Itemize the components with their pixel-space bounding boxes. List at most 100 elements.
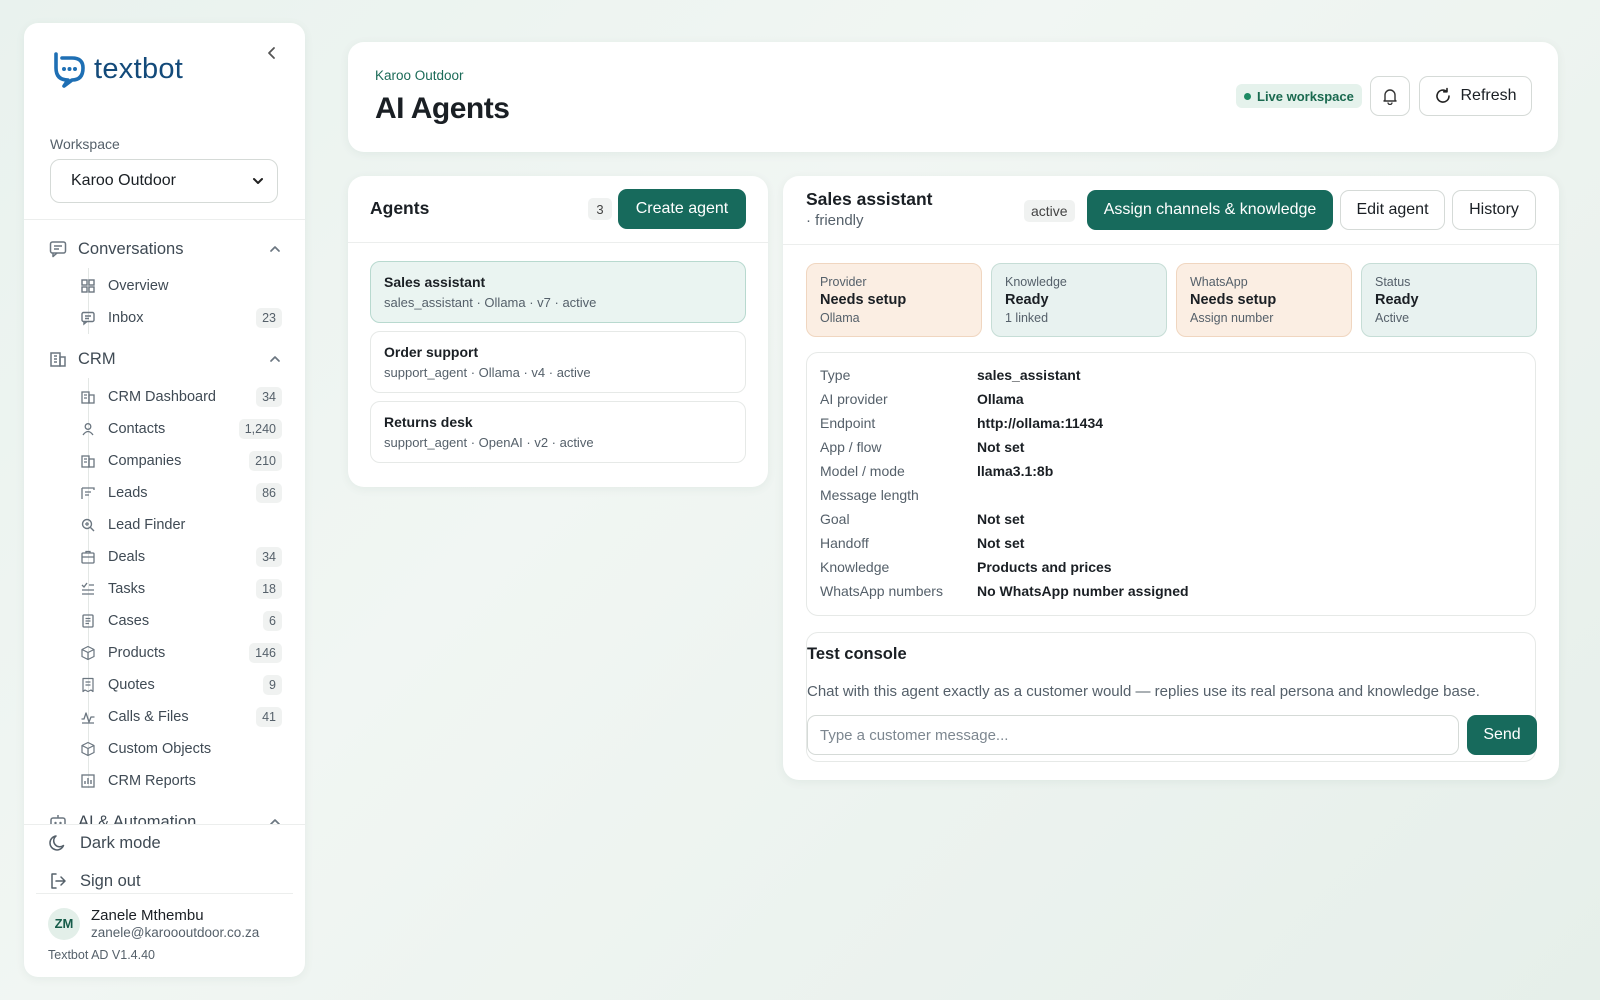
sidebar-item-leads[interactable]: Leads 86 [80,479,282,507]
app-version: Textbot AD V1.4.40 [48,948,156,962]
user-profile[interactable]: ZM Zanele Mthembu zanele@karoooutdoor.co… [48,907,259,940]
send-button[interactable]: Send [1467,715,1537,755]
sidebar-item-deals[interactable]: Deals 34 [80,543,282,571]
agent-name: Sales assistant [384,274,486,290]
nav-group-label: CRM [78,349,116,368]
nav-group-label: Conversations [78,239,184,258]
sidebar-item-overview[interactable]: Overview [80,272,282,300]
nav-group-crm[interactable]: CRM [48,345,282,373]
count-badge: 9 [263,675,282,695]
property-key: Endpoint [820,415,876,431]
property-row: Handoff Not set [820,532,1520,554]
sidebar-item-calls-files[interactable]: Calls & Files 41 [80,703,282,731]
agent-detail-panel: Sales assistant · friendly active Assign… [783,176,1559,780]
user-email: zanele@karoooutdoor.co.za [91,925,260,940]
property-row: Goal Not set [820,508,1520,530]
status-dot-icon [1244,92,1251,100]
count-badge: 23 [256,308,282,328]
sidebar-item-label: Lead Finder [108,517,186,533]
sidebar-item-label: Companies [108,453,182,469]
chevron-up-icon [270,246,280,252]
notifications-button[interactable] [1370,76,1410,116]
sidebar-item-companies[interactable]: Companies 210 [80,447,282,475]
agent-list-item[interactable]: Sales assistant sales_assistant · Ollama… [370,261,746,323]
sidebar-item-lead-finder[interactable]: Lead Finder [80,511,282,539]
property-value: http://ollama:11434 [977,415,1104,431]
property-key: App / flow [820,439,882,455]
create-agent-button[interactable]: Create agent [618,189,746,229]
sidebar-nav[interactable]: Conversations Overview Inbox 23 CRM CRM … [24,220,305,824]
dark-mode-toggle[interactable]: Dark mode [48,829,161,857]
textbot-logo[interactable]: textbot [50,50,183,88]
moon-icon [49,835,65,851]
card-divider [783,244,1559,245]
briefcase-icon [81,550,95,564]
sidebar: textbot Workspace Karoo Outdoor Conversa… [24,23,305,977]
chevron-left-icon [268,47,275,59]
count-badge: 34 [256,547,282,567]
sidebar-item-crm-reports[interactable]: CRM Reports [80,767,282,795]
sidebar-item-label: Products [108,645,166,661]
agent-meta: support_agent · OpenAI · v2 · active [384,435,594,450]
count-badge: 6 [263,611,282,631]
live-workspace-label: Live workspace [1257,88,1354,104]
agent-properties: Type sales_assistant AI provider Ollama … [806,352,1536,616]
sidebar-item-label: Custom Objects [108,741,212,757]
workspace-select[interactable]: Karoo Outdoor [50,159,278,203]
bar-chart-icon [81,774,95,788]
sidebar-item-tasks[interactable]: Tasks 18 [80,575,282,603]
test-console: Test console Chat with this agent exactl… [806,632,1537,762]
property-row: Type sales_assistant [820,364,1520,386]
property-key: AI provider [820,391,888,407]
sidebar-item-contacts[interactable]: Contacts 1,240 [80,415,282,443]
building-icon [81,455,95,468]
bell-icon [1383,89,1397,105]
refresh-label: Refresh [1460,87,1517,104]
assign-channels-button[interactable]: Assign channels & knowledge [1087,190,1333,230]
sidebar-item-label: Calls & Files [108,709,189,725]
count-badge: 18 [256,579,282,599]
breadcrumb[interactable]: Karoo Outdoor [375,68,464,83]
history-button[interactable]: History [1452,190,1536,230]
box-icon [81,645,95,661]
sidebar-item-custom-objects[interactable]: Custom Objects [80,735,282,763]
sidebar-item-inbox[interactable]: Inbox 23 [80,304,282,332]
refresh-button[interactable]: Refresh [1419,76,1532,116]
sidebar-item-cases[interactable]: Cases 6 [80,607,282,635]
property-key: Type [820,367,851,383]
status-card-status: Status Ready Active [1361,263,1537,337]
sidebar-item-label: Inbox [108,310,144,326]
status-card-value: Needs setup [820,292,907,308]
sidebar-item-crm-dashboard[interactable]: CRM Dashboard 34 [80,383,282,411]
status-card-label: Status [1375,275,1411,289]
user-icon [82,423,94,436]
agent-name: Order support [384,344,479,360]
agent-detail-name: Sales assistant [806,189,933,209]
sidebar-item-quotes[interactable]: Quotes 9 [80,671,282,699]
collapse-sidebar-button[interactable] [262,43,282,63]
sidebar-item-products[interactable]: Products 146 [80,639,282,667]
customer-message-input[interactable] [807,715,1459,755]
sign-out-icon [51,873,66,889]
sidebar-item-label: Deals [108,549,146,565]
property-value: Ollama [977,391,1024,407]
test-console-title: Test console [807,645,907,663]
status-card-value: Ready [1375,292,1419,308]
agent-list-item[interactable]: Order support support_agent · Ollama · v… [370,331,746,393]
user-name: Zanele Mthembu [91,907,204,924]
sidebar-divider [36,893,293,894]
sign-out-button[interactable]: Sign out [48,867,141,895]
building-icon [50,352,66,367]
property-value: Not set [977,439,1025,455]
nav-group-ai-automation[interactable]: AI & Automation [48,808,282,824]
nav-group-conversations[interactable]: Conversations [48,235,282,263]
property-row: AI provider Ollama [820,388,1520,410]
property-row: Message length [820,484,1520,506]
agent-list-item[interactable]: Returns desk support_agent · OpenAI · v2… [370,401,746,463]
building-icon [81,391,95,404]
status-card-value: Ready [1005,292,1049,308]
sidebar-item-label: Leads [108,485,148,501]
checklist-icon [81,582,94,595]
edit-agent-button[interactable]: Edit agent [1340,190,1445,230]
property-row: WhatsApp numbers No WhatsApp number assi… [820,580,1520,602]
